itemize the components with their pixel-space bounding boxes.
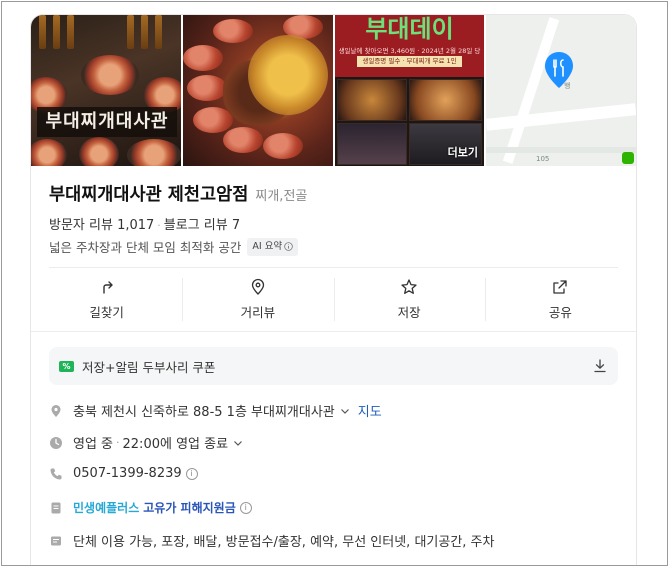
program-row[interactable]: 민생예플러스 고유가 피해지원금 i [49, 499, 252, 516]
location-pin-icon [251, 278, 265, 295]
sausage-slice [183, 45, 223, 71]
bottle-decor [141, 15, 148, 49]
directions-icon [102, 281, 113, 294]
melted-cheese [248, 35, 328, 115]
hours-row[interactable]: 영업 중 · 22:00에 영업 종료 [49, 433, 243, 452]
sausage-slice [213, 19, 253, 43]
ai-badge-label: AI 요약 [252, 240, 283, 252]
star-icon [401, 279, 417, 294]
map-label: 행 [564, 82, 571, 90]
event-photo-tile [337, 123, 407, 165]
window-frame: 부대찌개대사관 부대데이 생일날에 찾아오면 3,460원 · 2024년 2월… [1, 1, 668, 566]
place-title-row: 부대찌개대사관 제천고암점 찌개,전골 [49, 181, 307, 206]
grill-plate [127, 139, 181, 166]
map-thumbnail[interactable]: 행 105 [486, 15, 636, 166]
info-icon[interactable]: i [185, 467, 198, 480]
review-counts: 방문자 리뷰 1,017 · 블로그 리뷰 7 [49, 214, 240, 233]
ai-summary-badge[interactable]: AI 요약 [247, 237, 299, 256]
event-line2: 생일증명 필수 · 부대찌개 무료 1인 [357, 56, 462, 67]
address-text: 충북 제천시 신죽하로 88-5 1층 부대찌개대사관 [73, 405, 335, 420]
phone-row: 0507-1399-8239 i [49, 466, 198, 481]
separator-dot: · [157, 219, 161, 232]
program-name: 민생예플러스 [73, 501, 140, 515]
sausage-slice [187, 75, 227, 101]
ai-summary-text: 넓은 주차장과 단체 모임 최적화 공간 [49, 240, 242, 255]
photo-food[interactable] [183, 15, 333, 166]
blog-review-count: 7 [231, 218, 241, 233]
chevron-down-icon[interactable] [340, 406, 350, 416]
restaurant-sign: 부대찌개대사관 [37, 107, 177, 137]
map-road [502, 17, 560, 164]
grill-plate [79, 137, 119, 166]
hours-status: 영업 중 [73, 437, 114, 452]
event-title: 부대데이 [365, 15, 454, 43]
bottle-decor [53, 15, 60, 49]
separator-dot: · [116, 436, 120, 449]
blog-review-label: 블로그 리뷰 [163, 218, 228, 233]
map-road [486, 103, 636, 131]
info-icon [284, 242, 293, 251]
save-label: 저장 [397, 305, 421, 320]
share-icon [553, 280, 568, 294]
bottle-decor [67, 15, 74, 49]
more-photos-label[interactable]: 더보기 [448, 144, 478, 160]
grill-plate [31, 139, 67, 166]
share-label: 공유 [548, 305, 572, 320]
coupon-banner[interactable]: % 저장+알림 두부사리 쿠폰 [49, 347, 618, 385]
street-view-label: 거리뷰 [240, 305, 276, 320]
street-view-button[interactable]: 거리뷰 [182, 268, 333, 331]
sausage-slice [263, 133, 303, 159]
visitor-review-count: 1,017 [117, 218, 155, 233]
map-road [486, 147, 636, 153]
grill-plate [81, 55, 139, 95]
place-category: 찌개,전골 [255, 189, 308, 204]
coupon-label: 저장+알림 두부사리 쿠폰 [82, 359, 216, 375]
map-label: 105 [536, 155, 550, 163]
map-link[interactable]: 지도 [358, 401, 382, 420]
photo-strip[interactable]: 부대찌개대사관 부대데이 생일날에 찾아오면 3,460원 · 2024년 2월… [31, 15, 636, 166]
coupon-icon: % [59, 360, 74, 372]
share-button[interactable]: 공유 [484, 268, 636, 331]
action-bar: 길찾기 거리뷰 저장 공유 [31, 268, 636, 332]
address-row: 충북 제천시 신죽하로 88-5 1층 부대찌개대사관 지도 [49, 401, 382, 420]
program-detail: 고유가 피해지원금 [143, 501, 236, 515]
amenities-text: 단체 이용 가능, 포장, 배달, 방문접수/출장, 예약, 무선 인터넷, 대… [73, 535, 495, 550]
info-icon[interactable]: i [239, 501, 252, 514]
receipt-icon [49, 501, 63, 515]
place-card: 부대찌개대사관 부대데이 생일날에 찾아오면 3,460원 · 2024년 2월… [31, 15, 636, 565]
directions-label: 길찾기 [89, 305, 124, 320]
naver-map-logo [622, 152, 634, 164]
download-icon[interactable] [592, 358, 608, 374]
bottle-decor [39, 15, 46, 49]
sausage-slice [223, 127, 263, 153]
bottle-decor [127, 15, 134, 49]
amenities-icon [49, 534, 63, 548]
directions-button[interactable]: 길찾기 [31, 268, 182, 331]
event-banner: 부대데이 생일날에 찾아오면 3,460원 · 2024년 2월 28일 당일!… [335, 15, 484, 77]
phone-number[interactable]: 0507-1399-8239 [73, 466, 182, 481]
visitor-review-link[interactable]: 방문자 리뷰 1,017 [49, 218, 154, 233]
save-button[interactable]: 저장 [333, 268, 485, 331]
visitor-review-label: 방문자 리뷰 [49, 218, 113, 233]
hours-detail: 22:00에 영업 종료 [122, 437, 229, 452]
location-icon [49, 404, 63, 418]
chevron-down-icon[interactable] [233, 438, 243, 448]
photo-event-poster[interactable]: 부대데이 생일날에 찾아오면 3,460원 · 2024년 2월 28일 당일!… [335, 15, 484, 166]
place-name: 부대찌개대사관 제천고암점 [49, 185, 249, 205]
event-photo-tile [409, 79, 482, 121]
ai-summary-row: 넓은 주차장과 단체 모임 최적화 공간 AI 요약 [49, 237, 299, 256]
event-photo-tile [337, 79, 407, 121]
bottle-decor [155, 15, 162, 49]
phone-icon [49, 467, 63, 481]
amenities-row: 단체 이용 가능, 포장, 배달, 방문접수/출장, 예약, 무선 인터넷, 대… [49, 531, 494, 550]
clock-icon [49, 436, 63, 450]
blog-review-link[interactable]: 블로그 리뷰 7 [164, 218, 240, 233]
photo-restaurant-interior[interactable]: 부대찌개대사관 [31, 15, 181, 166]
